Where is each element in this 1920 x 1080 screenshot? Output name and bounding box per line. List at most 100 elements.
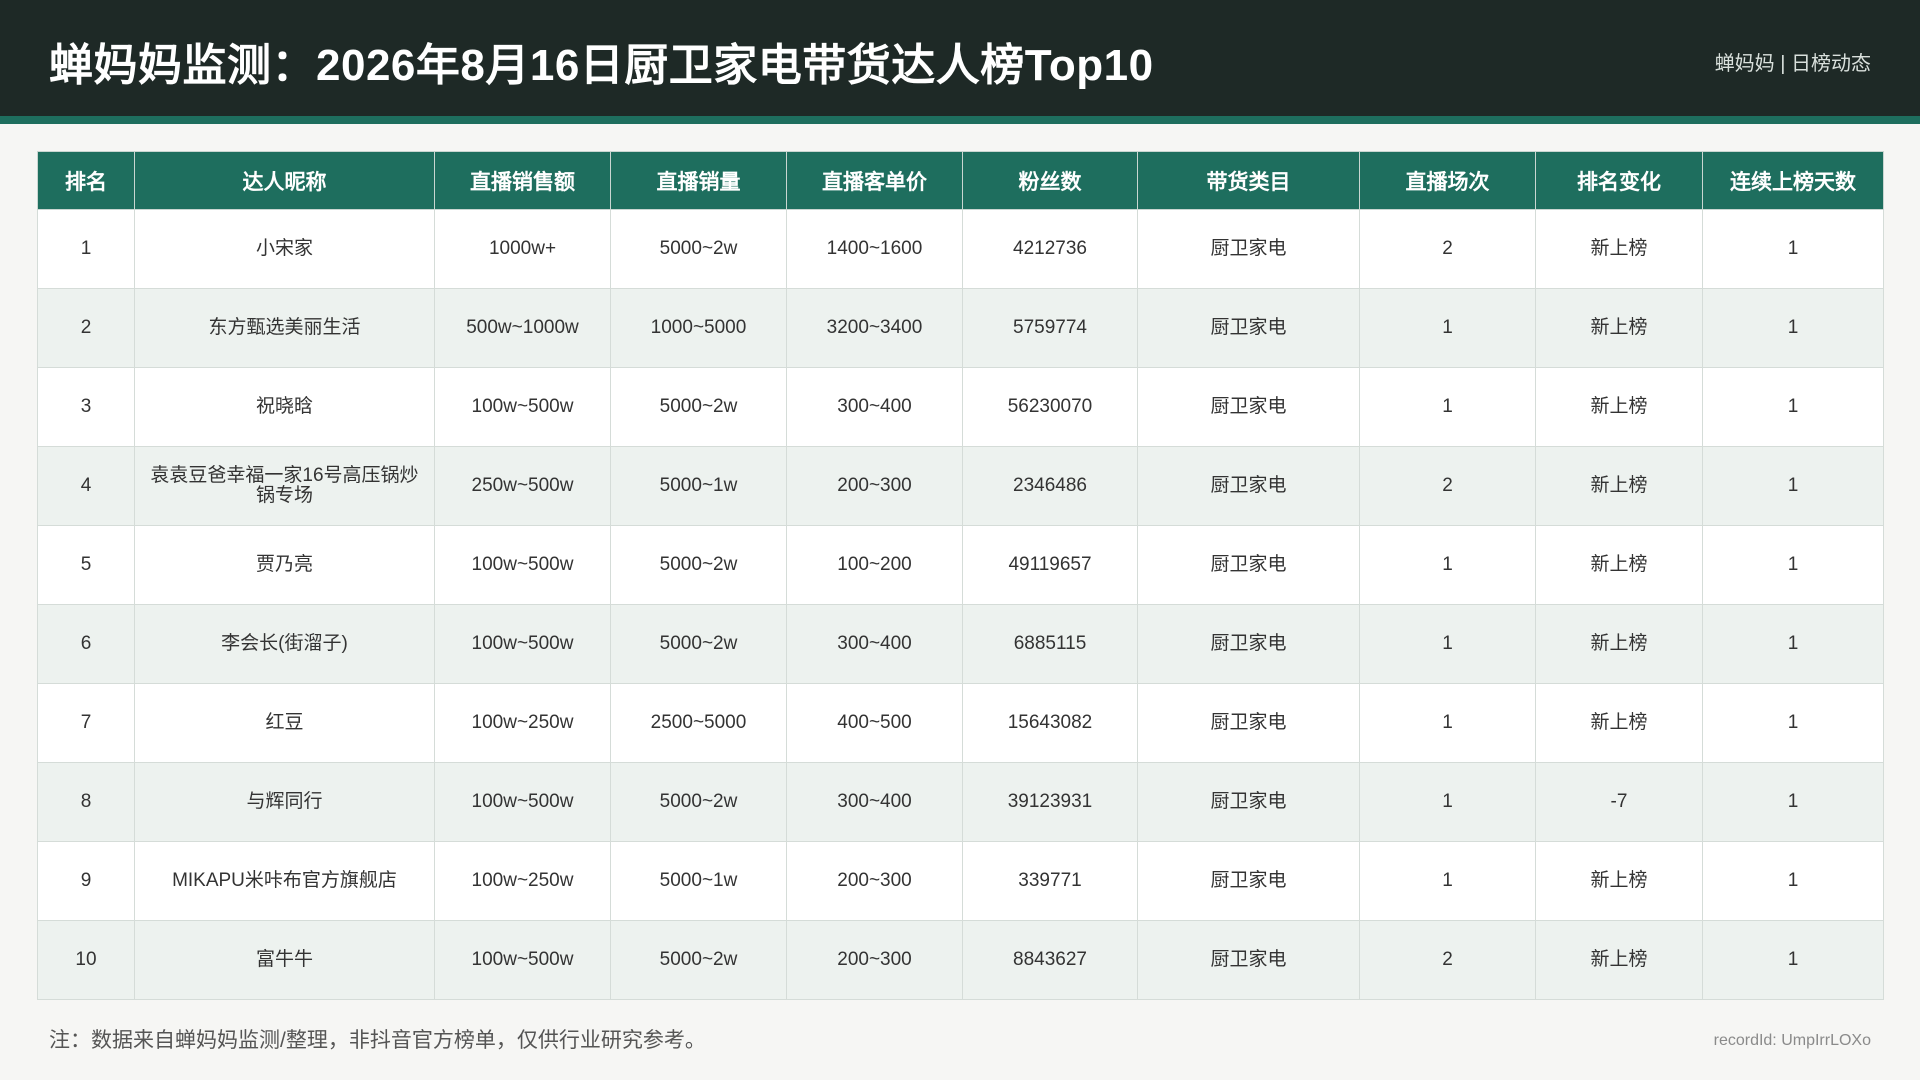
record-id: recordId: UmpIrrLOXo <box>1713 1032 1871 1049</box>
rank-change-cell: 新上榜 <box>1535 367 1703 447</box>
live-avg-price-cell: 300~400 <box>786 762 963 842</box>
consecutive-days-cell: 1 <box>1702 446 1884 526</box>
ranking-table: 排名 达人昵称 直播销售额 直播销量 直播客单价 粉丝数 带货类目 直播场次 排名变化 连续上榜天… <box>37 151 1884 1000</box>
live-sessions-cell: 1 <box>1359 288 1536 368</box>
table-row: 1 小宋家 1000w+ 5000~2w 1400~1600 4212736 厨卫家电 2 新上… <box>37 209 1884 289</box>
rank-cell: 10 <box>37 920 135 1000</box>
fans-count-cell: 15643082 <box>962 683 1138 763</box>
consecutive-days-cell: 1 <box>1702 604 1884 684</box>
category-cell: 厨卫家电 <box>1137 604 1360 684</box>
rank-change-cell: -7 <box>1535 762 1703 842</box>
live-sales-volume-cell: 5000~2w <box>610 604 787 684</box>
live-sales-volume-cell: 5000~2w <box>610 762 787 842</box>
rank-cell: 7 <box>37 683 135 763</box>
table-row: 4 袁袁豆爸幸福一家16号高压锅炒锅专场 250w~500w 5000~1w 200~3… <box>37 446 1884 526</box>
rank-cell: 6 <box>37 604 135 684</box>
header-live-sales-volume: 直播销量 <box>610 151 787 210</box>
page-title: 蝉妈妈监测：2026年8月16日厨卫家电带货达人榜Top10 <box>49 41 1154 90</box>
footer-note: 注：数据来自蝉妈妈监测/整理，非抖音官方榜单，仅供行业研究参考。 <box>49 1029 706 1052</box>
header-live-sales-amount: 直播销售额 <box>434 151 611 210</box>
live-avg-price-cell: 300~400 <box>786 367 963 447</box>
live-avg-price-cell: 200~300 <box>786 841 963 921</box>
live-sales-amount-cell: 100w~500w <box>434 920 611 1000</box>
creator-name-cell: 袁袁豆爸幸福一家16号高压锅炒锅专场 <box>134 446 435 526</box>
table-row: 10 富牛牛 100w~500w 5000~2w 200~300 8843627 厨卫家电 2… <box>37 920 1884 1000</box>
category-cell: 厨卫家电 <box>1137 762 1360 842</box>
category-cell: 厨卫家电 <box>1137 446 1360 526</box>
table-row: 6 李会长(街溜子) 100w~500w 5000~2w 300~400 6885115 厨… <box>37 604 1884 684</box>
rank-change-cell: 新上榜 <box>1535 288 1703 368</box>
live-sales-amount-cell: 100w~500w <box>434 367 611 447</box>
consecutive-days-cell: 1 <box>1702 683 1884 763</box>
rank-cell: 5 <box>37 525 135 605</box>
live-sessions-cell: 1 <box>1359 367 1536 447</box>
live-sales-volume-cell: 1000~5000 <box>610 288 787 368</box>
consecutive-days-cell: 1 <box>1702 920 1884 1000</box>
consecutive-days-cell: 1 <box>1702 209 1884 289</box>
category-cell: 厨卫家电 <box>1137 367 1360 447</box>
fans-count-cell: 2346486 <box>962 446 1138 526</box>
consecutive-days-cell: 1 <box>1702 762 1884 842</box>
rank-cell: 8 <box>37 762 135 842</box>
live-sessions-cell: 1 <box>1359 604 1536 684</box>
live-sales-volume-cell: 5000~1w <box>610 446 787 526</box>
header-fans-count: 粉丝数 <box>962 151 1138 210</box>
live-sales-amount-cell: 100w~250w <box>434 683 611 763</box>
consecutive-days-cell: 1 <box>1702 367 1884 447</box>
creator-name-cell: 红豆 <box>134 683 435 763</box>
table-head: 排名 达人昵称 直播销售额 直播销量 直播客单价 粉丝数 带货类目 直播场次 排名变化 连续上榜天… <box>37 151 1884 210</box>
creator-name-cell: 富牛牛 <box>134 920 435 1000</box>
live-avg-price-cell: 300~400 <box>786 604 963 684</box>
category-cell: 厨卫家电 <box>1137 288 1360 368</box>
fans-count-cell: 39123931 <box>962 762 1138 842</box>
live-sessions-cell: 1 <box>1359 683 1536 763</box>
table-header-row: 排名 达人昵称 直播销售额 直播销量 直播客单价 粉丝数 带货类目 直播场次 排名变化 连续上榜天… <box>37 151 1884 210</box>
creator-name-cell: MIKAPU米咔布官方旗舰店 <box>134 841 435 921</box>
category-cell: 厨卫家电 <box>1137 841 1360 921</box>
header-category: 带货类目 <box>1137 151 1360 210</box>
header-consecutive-days: 连续上榜天数 <box>1702 151 1884 210</box>
live-sessions-cell: 1 <box>1359 841 1536 921</box>
category-cell: 厨卫家电 <box>1137 920 1360 1000</box>
live-sales-amount-cell: 1000w+ <box>434 209 611 289</box>
accent-stripe <box>0 116 1920 124</box>
header-live-sessions: 直播场次 <box>1359 151 1536 210</box>
live-sales-amount-cell: 100w~250w <box>434 841 611 921</box>
table-row: 3 祝晓晗 100w~500w 5000~2w 300~400 56230070 厨卫家电 1… <box>37 367 1884 447</box>
rank-cell: 3 <box>37 367 135 447</box>
header-bar: 蝉妈妈监测：2026年8月16日厨卫家电带货达人榜Top10 蝉妈妈 | 日榜动… <box>0 0 1920 116</box>
live-avg-price-cell: 3200~3400 <box>786 288 963 368</box>
creator-name-cell: 小宋家 <box>134 209 435 289</box>
live-sales-volume-cell: 5000~2w <box>610 367 787 447</box>
fans-count-cell: 49119657 <box>962 525 1138 605</box>
live-avg-price-cell: 200~300 <box>786 446 963 526</box>
header-rank: 排名 <box>37 151 135 210</box>
creator-name-cell: 李会长(街溜子) <box>134 604 435 684</box>
header-creator-name: 达人昵称 <box>134 151 435 210</box>
rank-cell: 4 <box>37 446 135 526</box>
header-live-avg-price: 直播客单价 <box>786 151 963 210</box>
live-sessions-cell: 1 <box>1359 762 1536 842</box>
consecutive-days-cell: 1 <box>1702 288 1884 368</box>
live-avg-price-cell: 1400~1600 <box>786 209 963 289</box>
table-row: 8 与辉同行 100w~500w 5000~2w 300~400 39123931 厨卫家电… <box>37 762 1884 842</box>
fans-count-cell: 5759774 <box>962 288 1138 368</box>
live-sales-volume-cell: 5000~2w <box>610 920 787 1000</box>
fans-count-cell: 4212736 <box>962 209 1138 289</box>
live-sessions-cell: 2 <box>1359 446 1536 526</box>
rank-change-cell: 新上榜 <box>1535 841 1703 921</box>
live-sales-amount-cell: 250w~500w <box>434 446 611 526</box>
creator-name-cell: 祝晓晗 <box>134 367 435 447</box>
category-cell: 厨卫家电 <box>1137 209 1360 289</box>
rank-change-cell: 新上榜 <box>1535 683 1703 763</box>
table-row: 5 贾乃亮 100w~500w 5000~2w 100~200 49119657 厨卫家电 1… <box>37 525 1884 605</box>
live-sales-volume-cell: 2500~5000 <box>610 683 787 763</box>
header-rank-change: 排名变化 <box>1535 151 1703 210</box>
fans-count-cell: 56230070 <box>962 367 1138 447</box>
table-row: 7 红豆 100w~250w 2500~5000 400~500 15643082 厨卫家电… <box>37 683 1884 763</box>
live-sessions-cell: 1 <box>1359 525 1536 605</box>
rank-change-cell: 新上榜 <box>1535 920 1703 1000</box>
consecutive-days-cell: 1 <box>1702 841 1884 921</box>
table-row: 9 MIKAPU米咔布官方旗舰店 100w~250w 5000~1w 200~300 33… <box>37 841 1884 921</box>
creator-name-cell: 东方甄选美丽生活 <box>134 288 435 368</box>
